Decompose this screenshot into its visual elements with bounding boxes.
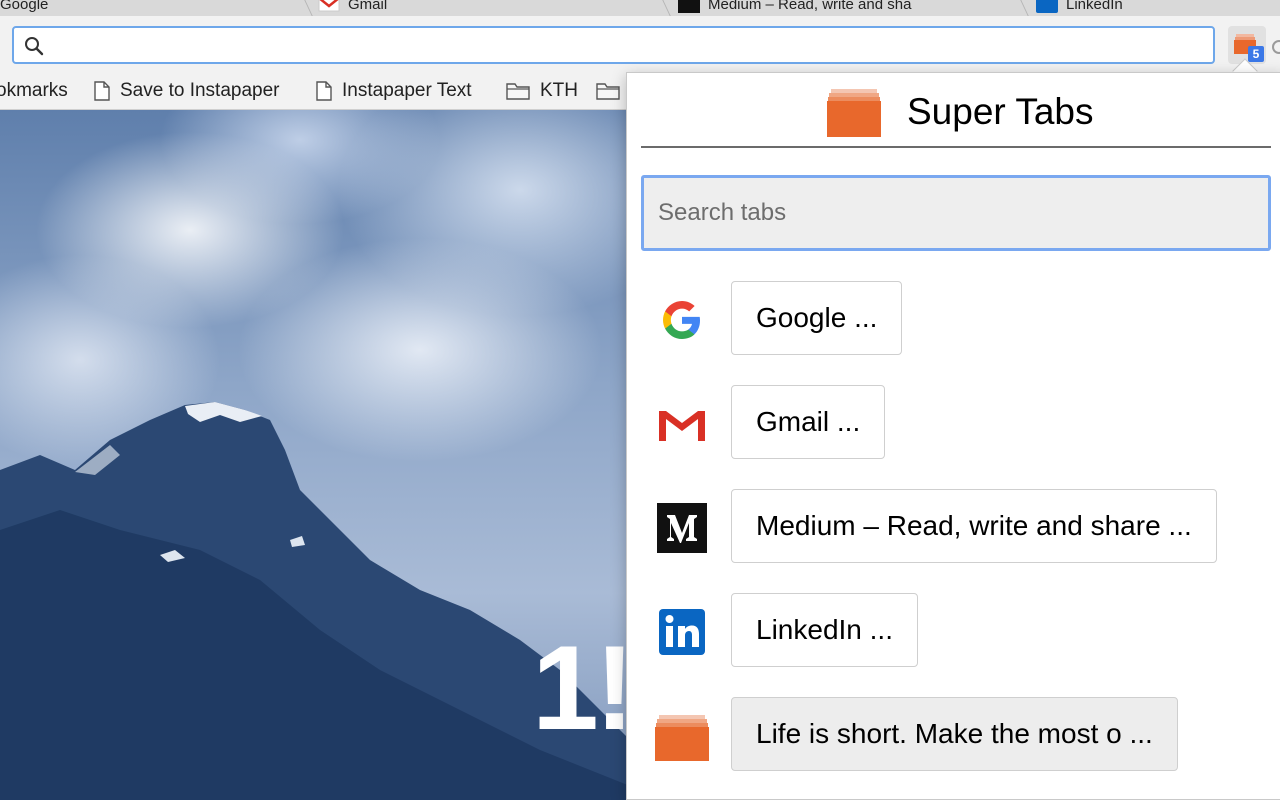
tab-button-new-tab[interactable]: Life is short. Make the most o ...	[731, 697, 1178, 771]
tab-title: Gmail	[348, 0, 388, 13]
browser-tab-linkedin[interactable]: LinkedIn	[1036, 0, 1276, 14]
medium-icon	[657, 503, 707, 553]
browser-tab-gmail[interactable]: Gmail	[318, 0, 658, 14]
tab-button-google[interactable]: Google ...	[731, 281, 903, 355]
tab-title: LinkedIn	[1066, 0, 1123, 13]
extension-icon-partial[interactable]	[1272, 40, 1280, 54]
google-g-icon	[663, 301, 700, 339]
page-icon	[316, 81, 332, 101]
tab-separator	[304, 0, 313, 16]
browser-toolbar: 5	[0, 16, 1280, 72]
tab-button-medium[interactable]: Medium – Read, write and share ...	[731, 489, 1217, 563]
linkedin-icon	[659, 609, 705, 655]
browser-tab-medium[interactable]: Medium – Read, write and sha	[678, 0, 1018, 14]
tab-separator	[662, 0, 671, 16]
search-icon	[25, 37, 44, 56]
folder-icon	[596, 83, 620, 100]
bookmark-folder[interactable]	[596, 78, 630, 104]
super-tabs-popup: Super Tabs Google ... Gmail ... Medium –…	[626, 72, 1280, 800]
folder-icon	[506, 83, 530, 100]
page-icon	[94, 81, 110, 101]
super-tabs-icon	[655, 715, 709, 761]
super-tabs-extension-button[interactable]: 5	[1228, 26, 1266, 64]
tab-title: Medium – Read, write and sha	[708, 0, 912, 13]
popup-title: Super Tabs	[907, 91, 1094, 132]
super-tabs-logo-icon	[827, 89, 881, 137]
tab-button-linkedin[interactable]: LinkedIn ...	[731, 593, 918, 667]
browser-tab-strip: Google Gmail Medium – Read, write and sh…	[0, 0, 1280, 16]
search-tabs-input[interactable]	[641, 175, 1271, 251]
medium-icon	[678, 0, 700, 13]
linkedin-icon	[1036, 0, 1058, 13]
tab-separator	[1020, 0, 1029, 16]
bookmark-label: KTH	[540, 80, 578, 101]
gmail-icon	[318, 0, 340, 12]
tab-button-gmail[interactable]: Gmail ...	[731, 385, 886, 459]
clock-time-partial: 1!	[532, 621, 635, 755]
gmail-icon	[659, 409, 705, 441]
address-bar[interactable]	[12, 26, 1215, 64]
bookmark-label: Save to Instapaper	[120, 80, 280, 101]
tab-title: Google	[0, 0, 49, 13]
bookmark-item[interactable]: Save to Instapaper	[94, 78, 280, 104]
popup-header: Super Tabs	[641, 73, 1271, 148]
browser-tab-google[interactable]: Google	[0, 0, 300, 14]
bookmark-item[interactable]: okmarks	[0, 78, 68, 104]
extension-badge: 5	[1248, 46, 1264, 62]
bookmark-item[interactable]: Instapaper Text	[316, 78, 472, 104]
bookmark-folder[interactable]: KTH	[506, 78, 578, 104]
bookmark-label: Instapaper Text	[342, 80, 472, 101]
bookmark-label: okmarks	[0, 80, 68, 101]
